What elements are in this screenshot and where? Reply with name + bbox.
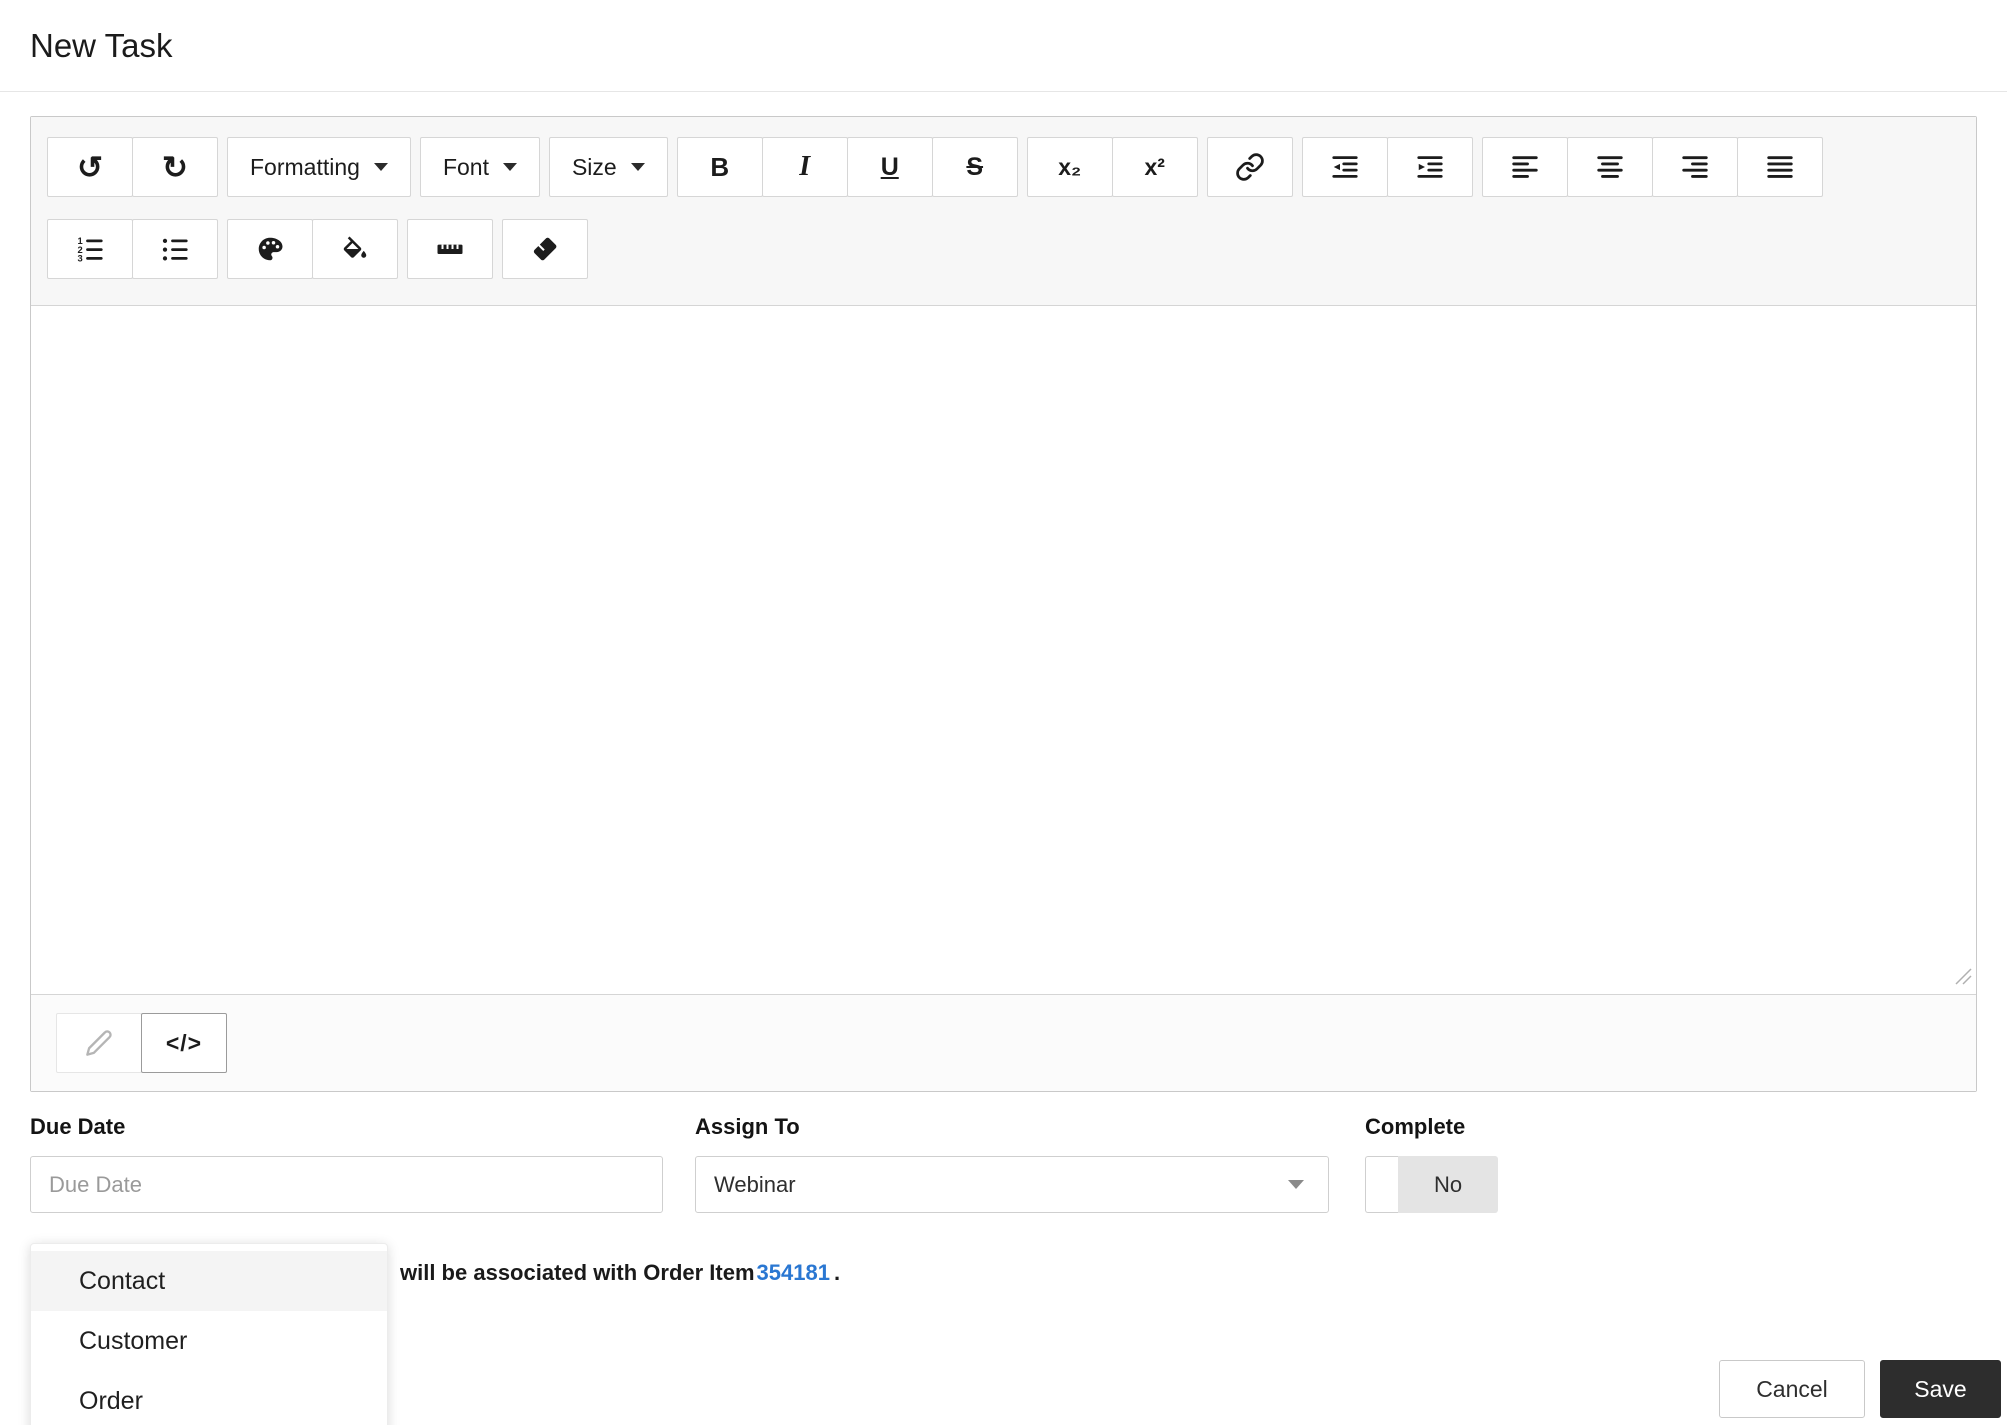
eraser-icon [533, 237, 557, 261]
formatting-label: Formatting [250, 153, 360, 180]
redo-button[interactable]: ↻ [132, 137, 218, 197]
pencil-icon [86, 1030, 112, 1056]
remove-format-button[interactable] [502, 219, 588, 279]
entity-dropdown-menu: Contact Customer Order [30, 1243, 388, 1425]
indent-icon [1417, 156, 1443, 178]
align-justify-icon [1767, 156, 1793, 178]
editor-toolbar: ↺ ↻ Formatting Font Size B I U S x₂ x² 1… [31, 117, 1976, 306]
paint-bucket-icon [343, 236, 367, 258]
align-center-button[interactable] [1566, 137, 1653, 197]
align-justify-button[interactable] [1736, 137, 1823, 197]
formatting-dropdown-button[interactable]: Formatting [227, 137, 411, 197]
strikethrough-icon: S [966, 152, 984, 181]
dropdown-option-order[interactable]: Order [31, 1371, 387, 1425]
redo-icon: ↻ [162, 149, 188, 185]
subscript-icon: x₂ [1058, 153, 1082, 180]
bold-icon: B [710, 152, 730, 182]
undo-icon: ↺ [77, 149, 103, 185]
order-item-link[interactable]: 354181 [757, 1260, 830, 1285]
font-dropdown-button[interactable]: Font [419, 137, 540, 197]
insert-link-button[interactable] [1206, 137, 1293, 197]
caret-down-icon [373, 163, 388, 171]
due-date-label: Due Date [30, 1114, 126, 1139]
dialog-actions: Cancel Save [1719, 1360, 2001, 1418]
decrease-indent-button[interactable] [1301, 137, 1388, 197]
unordered-list-icon [162, 238, 188, 261]
save-button[interactable]: Save [1880, 1360, 2001, 1418]
size-dropdown-button[interactable]: Size [548, 137, 668, 197]
italic-icon: I [799, 151, 811, 182]
page-title: New Task [30, 26, 173, 64]
wysiwyg-mode-button[interactable] [56, 1013, 142, 1073]
font-label: Font [442, 153, 489, 180]
ruler-icon [437, 244, 463, 254]
cancel-button[interactable]: Cancel [1719, 1360, 1865, 1418]
align-left-button[interactable] [1481, 137, 1568, 197]
svg-text:3: 3 [78, 254, 83, 264]
italic-button[interactable]: I [761, 137, 848, 197]
fill-color-button[interactable] [312, 219, 398, 279]
complete-field: Complete No [1365, 1114, 1498, 1213]
dropdown-option-customer[interactable]: Customer [31, 1311, 387, 1371]
note-text: will be associated with Order Item [400, 1260, 755, 1285]
caret-down-icon [1288, 1180, 1304, 1189]
complete-label: Complete [1365, 1114, 1466, 1139]
editor-footer: </> [31, 994, 1976, 1091]
dropdown-option-contact[interactable]: Contact [31, 1251, 387, 1311]
horizontal-rule-button[interactable] [407, 219, 493, 279]
underline-icon: U [880, 152, 899, 181]
toggle-slider [1365, 1156, 1398, 1213]
strikethrough-button[interactable]: S [931, 137, 1018, 197]
toggle-value: No [1398, 1156, 1498, 1213]
text-color-button[interactable] [227, 219, 313, 279]
outdent-icon [1332, 156, 1358, 178]
assign-to-field: Assign To Webinar [695, 1114, 1329, 1213]
complete-toggle[interactable]: No [1365, 1156, 1498, 1213]
palette-icon [258, 237, 283, 261]
increase-indent-button[interactable] [1386, 137, 1473, 197]
link-icon [1235, 153, 1264, 181]
page-header: New Task [0, 0, 2007, 92]
toolbar-row-1: ↺ ↻ Formatting Font Size B I U S x₂ x² [47, 137, 1960, 197]
size-label: Size [571, 153, 617, 180]
align-left-icon [1512, 156, 1538, 178]
underline-button[interactable]: U [846, 137, 933, 197]
code-icon: </> [165, 1029, 203, 1056]
superscript-button[interactable]: x² [1111, 137, 1198, 197]
align-center-icon [1597, 156, 1623, 178]
ordered-list-icon: 123 [78, 236, 103, 264]
align-right-icon [1682, 156, 1708, 178]
undo-button[interactable]: ↺ [47, 137, 133, 197]
rich-text-editor: ↺ ↻ Formatting Font Size B I U S x₂ x² 1… [30, 116, 1977, 1092]
superscript-icon: x² [1144, 153, 1165, 180]
due-date-field: Due Date [30, 1114, 663, 1213]
unordered-list-button[interactable] [132, 219, 218, 279]
editor-body[interactable] [31, 306, 1976, 994]
caret-down-icon [502, 163, 517, 171]
caret-down-icon [630, 163, 645, 171]
code-view-button[interactable]: </> [141, 1013, 227, 1073]
assign-to-value: Webinar [714, 1171, 796, 1197]
new-task-dialog: { "page": { "title": "New Task" }, "edit… [0, 0, 2007, 1425]
subscript-button[interactable]: x₂ [1026, 137, 1113, 197]
note-suffix: . [833, 1260, 841, 1285]
assign-to-label: Assign To [695, 1114, 800, 1139]
due-date-input[interactable] [30, 1156, 663, 1213]
align-right-button[interactable] [1651, 137, 1738, 197]
resize-handle[interactable] [1950, 963, 1972, 990]
association-note: will be associated with Order Item354181… [400, 1260, 840, 1286]
assign-to-select[interactable]: Webinar [695, 1156, 1329, 1213]
toolbar-row-2: 123 [47, 219, 1960, 279]
ordered-list-button[interactable]: 123 [47, 219, 133, 279]
bold-button[interactable]: B [676, 137, 763, 197]
